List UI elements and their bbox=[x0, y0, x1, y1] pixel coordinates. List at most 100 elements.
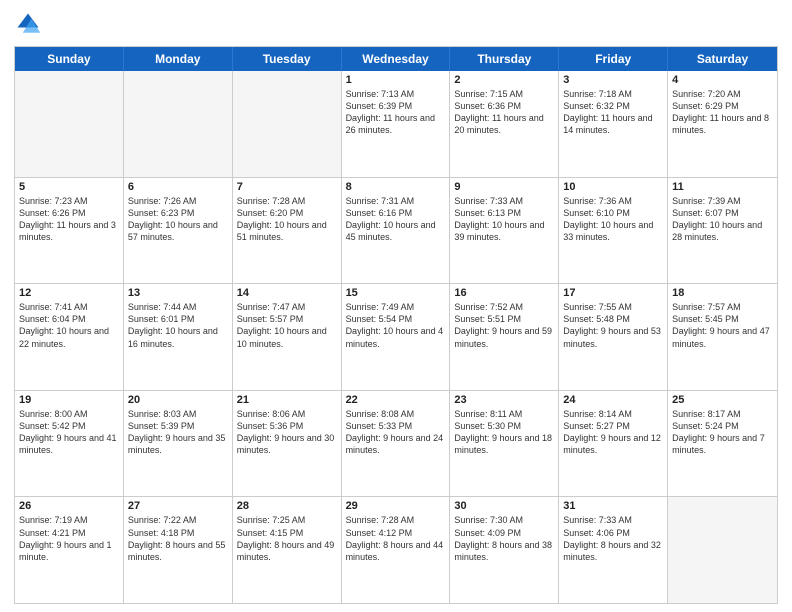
cell-info: Sunrise: 8:06 AM Sunset: 5:36 PM Dayligh… bbox=[237, 408, 337, 457]
calendar-cell: 1Sunrise: 7:13 AM Sunset: 6:39 PM Daylig… bbox=[342, 71, 451, 177]
day-number: 8 bbox=[346, 181, 446, 193]
day-number: 4 bbox=[672, 74, 773, 86]
cell-info: Sunrise: 7:22 AM Sunset: 4:18 PM Dayligh… bbox=[128, 514, 228, 563]
cell-info: Sunrise: 7:28 AM Sunset: 6:20 PM Dayligh… bbox=[237, 195, 337, 244]
cell-info: Sunrise: 8:03 AM Sunset: 5:39 PM Dayligh… bbox=[128, 408, 228, 457]
cell-info: Sunrise: 7:44 AM Sunset: 6:01 PM Dayligh… bbox=[128, 301, 228, 350]
calendar-cell: 21 Sunrise: 8:06 AM Sunset: 5:36 PM Dayli… bbox=[233, 391, 342, 497]
cell-info: Sunrise: 7:49 AM Sunset: 5:54 PM Dayligh… bbox=[346, 301, 446, 350]
day-number: 16 bbox=[454, 287, 554, 299]
cell-info: Sunrise: 7:19 AM Sunset: 4:21 PM Dayligh… bbox=[19, 514, 119, 563]
day-number: 7 bbox=[237, 181, 337, 193]
cell-info: Sunrise: 7:28 AM Sunset: 4:12 PM Dayligh… bbox=[346, 514, 446, 563]
calendar-cell: 24 Sunrise: 8:14 AM Sunset: 5:27 PM Dayli… bbox=[559, 391, 668, 497]
calendar-row: 26 Sunrise: 7:19 AM Sunset: 4:21 PM Dayli… bbox=[15, 496, 777, 603]
cell-info: Sunrise: 8:17 AM Sunset: 5:24 PM Dayligh… bbox=[672, 408, 773, 457]
calendar-cell bbox=[124, 71, 233, 177]
day-number: 18 bbox=[672, 287, 773, 299]
calendar-cell: 19Sunrise: 8:00 AM Sunset: 5:42 PM Dayli… bbox=[15, 391, 124, 497]
calendar-cell bbox=[668, 497, 777, 603]
day-number: 25 bbox=[672, 394, 773, 406]
cell-info: Sunrise: 8:14 AM Sunset: 5:27 PM Dayligh… bbox=[563, 408, 663, 457]
calendar-cell: 3 Sunrise: 7:18 AM Sunset: 6:32 PM Daylig… bbox=[559, 71, 668, 177]
day-number: 22 bbox=[346, 394, 446, 406]
calendar-row: 1Sunrise: 7:13 AM Sunset: 6:39 PM Daylig… bbox=[15, 71, 777, 177]
day-number: 28 bbox=[237, 500, 337, 512]
day-number: 6 bbox=[128, 181, 228, 193]
cell-info: Sunrise: 7:25 AM Sunset: 4:15 PM Dayligh… bbox=[237, 514, 337, 563]
cell-info: Sunrise: 8:08 AM Sunset: 5:33 PM Dayligh… bbox=[346, 408, 446, 457]
cell-info: Sunrise: 7:55 AM Sunset: 5:48 PM Dayligh… bbox=[563, 301, 663, 350]
cell-info: Sunrise: 7:41 AM Sunset: 6:04 PM Dayligh… bbox=[19, 301, 119, 350]
calendar-cell: 15 Sunrise: 7:49 AM Sunset: 5:54 PM Dayli… bbox=[342, 284, 451, 390]
weekday-header: Sunday bbox=[15, 47, 124, 71]
calendar-cell: 30 Sunrise: 7:30 AM Sunset: 4:09 PM Dayli… bbox=[450, 497, 559, 603]
calendar-row: 19Sunrise: 8:00 AM Sunset: 5:42 PM Dayli… bbox=[15, 390, 777, 497]
calendar-cell: 9 Sunrise: 7:33 AM Sunset: 6:13 PM Daylig… bbox=[450, 178, 559, 284]
calendar-cell: 27Sunrise: 7:22 AM Sunset: 4:18 PM Dayli… bbox=[124, 497, 233, 603]
day-number: 14 bbox=[237, 287, 337, 299]
day-number: 24 bbox=[563, 394, 663, 406]
calendar-cell: 20 Sunrise: 8:03 AM Sunset: 5:39 PM Dayli… bbox=[124, 391, 233, 497]
day-number: 20 bbox=[128, 394, 228, 406]
day-number: 13 bbox=[128, 287, 228, 299]
day-number: 21 bbox=[237, 394, 337, 406]
weekday-header: Wednesday bbox=[342, 47, 451, 71]
day-number: 1 bbox=[346, 74, 446, 86]
cell-info: Sunrise: 7:47 AM Sunset: 5:57 PM Dayligh… bbox=[237, 301, 337, 350]
cell-info: Sunrise: 7:52 AM Sunset: 5:51 PM Dayligh… bbox=[454, 301, 554, 350]
calendar-cell: 25 Sunrise: 8:17 AM Sunset: 5:24 PM Dayli… bbox=[668, 391, 777, 497]
logo-icon bbox=[14, 10, 42, 38]
calendar-cell: 18Sunrise: 7:57 AM Sunset: 5:45 PM Dayli… bbox=[668, 284, 777, 390]
calendar-cell: 11Sunrise: 7:39 AM Sunset: 6:07 PM Dayli… bbox=[668, 178, 777, 284]
day-number: 15 bbox=[346, 287, 446, 299]
calendar-cell: 12 Sunrise: 7:41 AM Sunset: 6:04 PM Dayli… bbox=[15, 284, 124, 390]
calendar-cell: 31 Sunrise: 7:33 AM Sunset: 4:06 PM Dayli… bbox=[559, 497, 668, 603]
cell-info: Sunrise: 8:00 AM Sunset: 5:42 PM Dayligh… bbox=[19, 408, 119, 457]
cell-info: Sunrise: 7:30 AM Sunset: 4:09 PM Dayligh… bbox=[454, 514, 554, 563]
cell-info: Sunrise: 7:26 AM Sunset: 6:23 PM Dayligh… bbox=[128, 195, 228, 244]
calendar-cell: 26 Sunrise: 7:19 AM Sunset: 4:21 PM Dayli… bbox=[15, 497, 124, 603]
weekday-header: Monday bbox=[124, 47, 233, 71]
calendar-cell: 13 Sunrise: 7:44 AM Sunset: 6:01 PM Dayli… bbox=[124, 284, 233, 390]
calendar-row: 5Sunrise: 7:23 AM Sunset: 6:26 PM Daylig… bbox=[15, 177, 777, 284]
day-number: 3 bbox=[563, 74, 663, 86]
weekday-header: Saturday bbox=[668, 47, 777, 71]
calendar-cell: 22 Sunrise: 8:08 AM Sunset: 5:33 PM Dayli… bbox=[342, 391, 451, 497]
cell-info: Sunrise: 7:23 AM Sunset: 6:26 PM Dayligh… bbox=[19, 195, 119, 244]
calendar-cell: 28 Sunrise: 7:25 AM Sunset: 4:15 PM Dayli… bbox=[233, 497, 342, 603]
logo bbox=[14, 10, 46, 38]
cell-info: Sunrise: 7:33 AM Sunset: 6:13 PM Dayligh… bbox=[454, 195, 554, 244]
calendar-cell: 4 Sunrise: 7:20 AM Sunset: 6:29 PM Daylig… bbox=[668, 71, 777, 177]
calendar-cell: 6 Sunrise: 7:26 AM Sunset: 6:23 PM Daylig… bbox=[124, 178, 233, 284]
day-number: 30 bbox=[454, 500, 554, 512]
calendar-cell: 23Sunrise: 8:11 AM Sunset: 5:30 PM Dayli… bbox=[450, 391, 559, 497]
day-number: 2 bbox=[454, 74, 554, 86]
day-number: 12 bbox=[19, 287, 119, 299]
cell-info: Sunrise: 7:18 AM Sunset: 6:32 PM Dayligh… bbox=[563, 88, 663, 137]
cell-info: Sunrise: 7:31 AM Sunset: 6:16 PM Dayligh… bbox=[346, 195, 446, 244]
day-number: 17 bbox=[563, 287, 663, 299]
calendar: SundayMondayTuesdayWednesdayThursdayFrid… bbox=[14, 46, 778, 604]
cell-info: Sunrise: 7:36 AM Sunset: 6:10 PM Dayligh… bbox=[563, 195, 663, 244]
page-container: SundayMondayTuesdayWednesdayThursdayFrid… bbox=[0, 0, 792, 612]
day-number: 26 bbox=[19, 500, 119, 512]
cell-info: Sunrise: 7:20 AM Sunset: 6:29 PM Dayligh… bbox=[672, 88, 773, 137]
cell-info: Sunrise: 7:15 AM Sunset: 6:36 PM Dayligh… bbox=[454, 88, 554, 137]
day-number: 10 bbox=[563, 181, 663, 193]
day-number: 31 bbox=[563, 500, 663, 512]
day-number: 9 bbox=[454, 181, 554, 193]
calendar-cell: 8 Sunrise: 7:31 AM Sunset: 6:16 PM Daylig… bbox=[342, 178, 451, 284]
calendar-header: SundayMondayTuesdayWednesdayThursdayFrid… bbox=[15, 47, 777, 71]
calendar-row: 12 Sunrise: 7:41 AM Sunset: 6:04 PM Dayli… bbox=[15, 283, 777, 390]
calendar-cell: 29Sunrise: 7:28 AM Sunset: 4:12 PM Dayli… bbox=[342, 497, 451, 603]
calendar-cell bbox=[15, 71, 124, 177]
calendar-cell: 7 Sunrise: 7:28 AM Sunset: 6:20 PM Daylig… bbox=[233, 178, 342, 284]
cell-info: Sunrise: 7:33 AM Sunset: 4:06 PM Dayligh… bbox=[563, 514, 663, 563]
calendar-cell bbox=[233, 71, 342, 177]
calendar-cell: 17 Sunrise: 7:55 AM Sunset: 5:48 PM Dayli… bbox=[559, 284, 668, 390]
weekday-header: Thursday bbox=[450, 47, 559, 71]
cell-info: Sunrise: 7:39 AM Sunset: 6:07 PM Dayligh… bbox=[672, 195, 773, 244]
calendar-body: 1Sunrise: 7:13 AM Sunset: 6:39 PM Daylig… bbox=[15, 71, 777, 603]
calendar-cell: 5Sunrise: 7:23 AM Sunset: 6:26 PM Daylig… bbox=[15, 178, 124, 284]
